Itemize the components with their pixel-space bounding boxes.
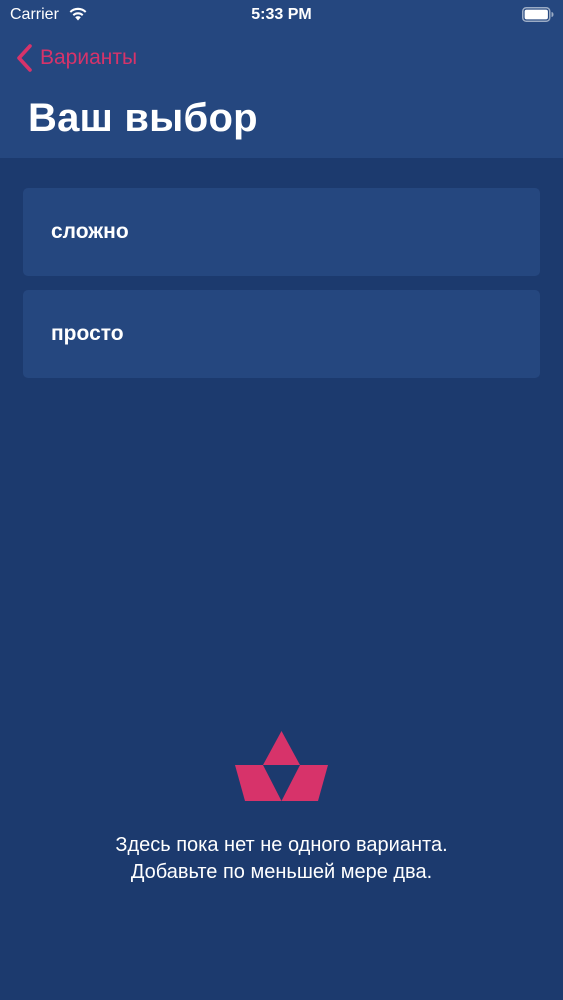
- option-card[interactable]: сложно: [23, 188, 540, 276]
- chevron-left-icon: [17, 44, 32, 72]
- status-time: 5:33 PM: [251, 6, 312, 23]
- option-label: сложно: [51, 220, 129, 243]
- status-bar: Carrier 5:33 PM: [0, 0, 563, 30]
- back-button[interactable]: Варианты: [14, 42, 137, 74]
- page-title: Ваш выбор: [28, 96, 258, 140]
- navigation-bar: Carrier 5:33 PM Варианты Ваш выбор: [0, 0, 563, 158]
- option-label: просто: [51, 322, 124, 345]
- screen: Carrier 5:33 PM Варианты Ваш выбор сложн…: [0, 0, 563, 1000]
- back-button-label: Варианты: [40, 46, 138, 69]
- battery-icon: [522, 7, 554, 22]
- triangle-logo-icon: [235, 731, 328, 801]
- option-card[interactable]: просто: [23, 290, 540, 378]
- empty-state-message: Здесь пока нет не одного варианта. Добав…: [115, 834, 448, 883]
